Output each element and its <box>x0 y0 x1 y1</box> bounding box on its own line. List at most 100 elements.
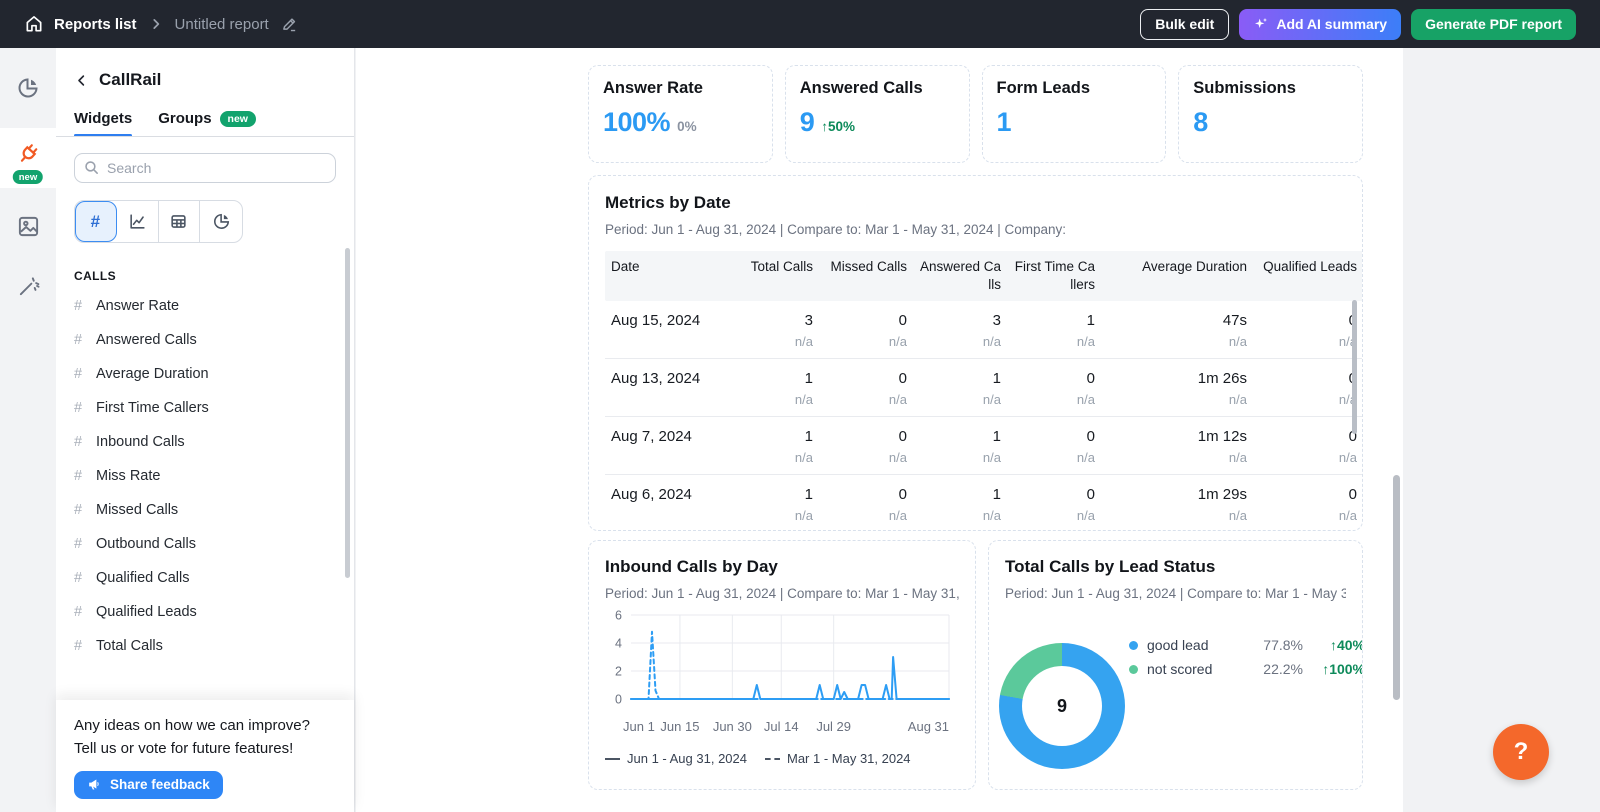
sparkles-icon <box>1253 16 1269 32</box>
filter-pie-chart-widgets-button[interactable] <box>200 201 242 242</box>
donut-chart-period: Period: Jun 1 - Aug 31, 2024 | Compare t… <box>1005 586 1346 601</box>
widget-item-label: Qualified Leads <box>96 604 197 620</box>
legend-percent: 77.8% <box>1245 637 1303 653</box>
report-canvas: Answer Rate 100% 0%Answered Calls 9 ↑50%… <box>356 48 1403 812</box>
column-header-total-calls: Total Calls <box>731 258 819 276</box>
donut-total: 9 <box>1057 696 1067 717</box>
legend-label: good lead <box>1147 637 1245 653</box>
tab-groups[interactable]: Groups new <box>158 110 256 137</box>
column-header-missed-calls: Missed Calls <box>819 258 913 276</box>
number-widget-icon: # <box>74 434 86 450</box>
lead-status-widget[interactable]: Total Calls by Lead Status Period: Jun 1… <box>988 540 1363 790</box>
table-row: Aug 7, 20241n/a0n/a1n/a0n/a1m 12sn/a0n/a <box>605 417 1363 475</box>
column-header-average-duration: Average Duration <box>1101 258 1253 276</box>
search-icon <box>83 159 100 176</box>
row-value: 1n/a <box>731 370 819 407</box>
widget-item-qualified-calls[interactable]: #Qualified Calls <box>56 561 354 595</box>
rail-media-button[interactable] <box>0 200 56 252</box>
widget-item-total-calls[interactable]: #Total Calls <box>56 629 354 663</box>
row-date: Aug 13, 2024 <box>605 370 731 407</box>
widget-item-label: Outbound Calls <box>96 536 196 552</box>
back-button[interactable] <box>74 73 89 88</box>
plug-icon <box>11 137 45 171</box>
report-title: Untitled report <box>175 16 269 33</box>
row-value: 0n/a <box>1253 312 1363 349</box>
filter-number-widgets-button[interactable]: # <box>75 201 117 242</box>
kpi-row: Answer Rate 100% 0%Answered Calls 9 ↑50%… <box>588 65 1363 163</box>
metrics-by-date-widget[interactable]: Metrics by Date Period: Jun 1 - Aug 31, … <box>588 175 1363 531</box>
panel-scrollbar[interactable] <box>345 248 350 578</box>
rail-widgets-charts-button[interactable] <box>0 62 56 114</box>
rail-integrations-button[interactable]: new <box>0 128 56 188</box>
topbar-actions: Bulk edit Add AI summary Generate PDF re… <box>1140 9 1576 40</box>
reports-list-link[interactable]: Reports list <box>24 14 137 34</box>
bulk-edit-button[interactable]: Bulk edit <box>1140 9 1229 40</box>
svg-text:Jun 30: Jun 30 <box>713 719 752 734</box>
row-value: 0n/a <box>1253 486 1363 523</box>
edit-title-button[interactable] <box>281 16 298 33</box>
kpi-value: 8 <box>1193 107 1208 138</box>
number-widget-icon: # <box>74 332 86 348</box>
filter-table-widgets-button[interactable] <box>159 201 201 242</box>
page-scrollbar[interactable] <box>1393 475 1400 700</box>
row-date: Aug 15, 2024 <box>605 312 731 349</box>
widget-item-qualified-leads[interactable]: #Qualified Leads <box>56 595 354 629</box>
row-value: 0n/a <box>1007 370 1101 407</box>
image-icon <box>17 215 40 238</box>
help-button[interactable]: ? <box>1493 724 1549 780</box>
magic-wand-icon <box>17 275 40 298</box>
kpi-title: Answer Rate <box>603 79 758 98</box>
kpi-value: 1 <box>997 107 1012 138</box>
row-value: 0n/a <box>819 428 913 465</box>
kpi-delta: 0% <box>677 119 697 134</box>
kpi-card-answered-calls[interactable]: Answered Calls 9 ↑50% <box>785 65 970 163</box>
widget-item-label: Answer Rate <box>96 298 179 314</box>
row-value: 1n/a <box>731 486 819 523</box>
kpi-card-form-leads[interactable]: Form Leads 1 <box>982 65 1167 163</box>
row-value: 1n/a <box>731 428 819 465</box>
legend-percent: 22.2% <box>1245 661 1303 677</box>
row-value: 0n/a <box>1007 486 1101 523</box>
row-value: 1n/a <box>913 428 1007 465</box>
table-row: Aug 13, 20241n/a0n/a1n/a0n/a1m 26sn/a0n/… <box>605 359 1363 417</box>
tab-widgets[interactable]: Widgets <box>74 110 132 137</box>
kpi-card-answer-rate[interactable]: Answer Rate 100% 0% <box>588 65 773 163</box>
widget-item-answer-rate[interactable]: #Answer Rate <box>56 289 354 323</box>
filter-line-chart-widgets-button[interactable] <box>117 201 159 242</box>
inbound-chart-legend: Jun 1 - Aug 31, 2024Mar 1 - May 31, 2024 <box>605 751 959 766</box>
widget-item-missed-calls[interactable]: #Missed Calls <box>56 493 354 527</box>
svg-text:0: 0 <box>615 693 622 707</box>
widget-item-average-duration[interactable]: #Average Duration <box>56 357 354 391</box>
icon-rail: new <box>0 48 56 812</box>
groups-new-badge: new <box>220 111 256 127</box>
breadcrumb: Reports list Untitled report <box>24 14 298 34</box>
rail-new-badge: new <box>13 170 43 184</box>
widget-item-inbound-calls[interactable]: #Inbound Calls <box>56 425 354 459</box>
kpi-title: Form Leads <box>997 79 1152 98</box>
widget-item-answered-calls[interactable]: #Answered Calls <box>56 323 354 357</box>
number-widget-icon: # <box>74 502 86 518</box>
inbound-calls-widget[interactable]: Inbound Calls by Day Period: Jun 1 - Aug… <box>588 540 976 790</box>
share-feedback-button[interactable]: Share feedback <box>74 771 223 799</box>
kpi-card-submissions[interactable]: Submissions 8 <box>1178 65 1363 163</box>
inbound-chart-title: Inbound Calls by Day <box>605 557 959 577</box>
table-scrollbar[interactable] <box>1352 300 1357 434</box>
widget-item-miss-rate[interactable]: #Miss Rate <box>56 459 354 493</box>
pencil-icon <box>281 16 298 33</box>
legend-item: Jun 1 - Aug 31, 2024 <box>605 751 747 766</box>
number-widget-icon: # <box>74 570 86 586</box>
row-value: 3n/a <box>913 312 1007 349</box>
row-value: 1m 12sn/a <box>1101 428 1253 465</box>
rail-magic-tools-button[interactable] <box>0 260 56 312</box>
add-ai-summary-button[interactable]: Add AI summary <box>1239 9 1401 40</box>
svg-text:Jun 15: Jun 15 <box>660 719 699 734</box>
chevron-left-icon <box>74 73 89 88</box>
generate-pdf-button[interactable]: Generate PDF report <box>1411 9 1576 40</box>
row-value: 0n/a <box>819 486 913 523</box>
widget-item-first-time-callers[interactable]: #First Time Callers <box>56 391 354 425</box>
widget-search-input[interactable] <box>74 153 336 183</box>
feedback-box: Any ideas on how we can improve? Tell us… <box>56 700 354 812</box>
kpi-title: Submissions <box>1193 79 1348 98</box>
widget-item-outbound-calls[interactable]: #Outbound Calls <box>56 527 354 561</box>
row-value: 0n/a <box>1253 428 1363 465</box>
